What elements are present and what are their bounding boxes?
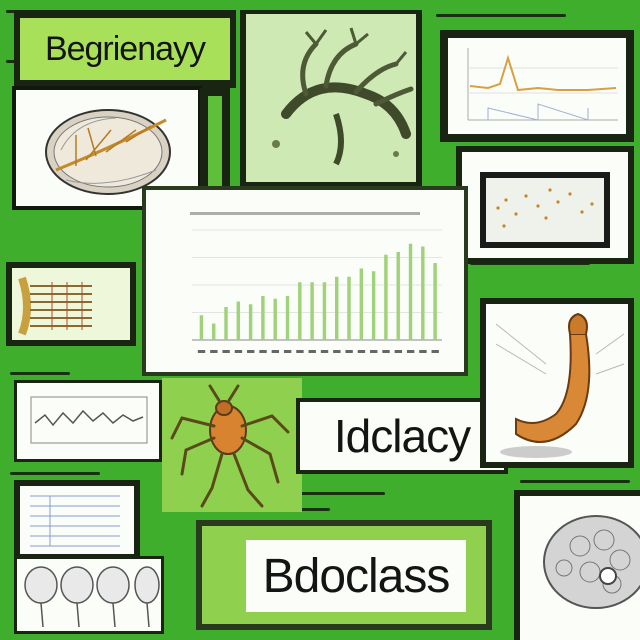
- bar: [371, 271, 376, 340]
- x-tick-scribble: [320, 350, 329, 353]
- bar: [310, 282, 314, 340]
- root-structure-image: [18, 276, 92, 336]
- anatomy-panel: [6, 262, 136, 346]
- x-tick-scribble: [259, 350, 267, 353]
- x-tick-scribble: [333, 350, 341, 353]
- bar-chart-panel: [142, 186, 468, 376]
- table-image: [30, 495, 120, 547]
- x-tick-scribble: [394, 350, 403, 353]
- bar-chart: [190, 212, 442, 353]
- bar: [224, 307, 228, 340]
- horn-specimen-image: [495, 312, 625, 458]
- x-tick-scribble: [431, 350, 439, 353]
- bar: [285, 296, 290, 340]
- x-tick-scribble: [357, 350, 366, 353]
- cauliflower-panel: [514, 490, 640, 640]
- insect-panel: [162, 378, 302, 512]
- scribble: [10, 372, 70, 375]
- cauliflower-image: [543, 515, 640, 609]
- bar: [199, 315, 204, 340]
- x-tick-scribble: [308, 350, 316, 353]
- x-tick-scribble: [247, 350, 255, 353]
- scribble: [520, 480, 630, 483]
- waveform-image: [30, 396, 148, 444]
- label-panel-bottom: Bdoclass: [196, 520, 492, 630]
- x-tick-scribble: [197, 350, 206, 353]
- waveform-panel: [14, 380, 162, 462]
- bar: [261, 296, 265, 340]
- x-tick-scribble: [382, 350, 390, 353]
- bar: [396, 252, 400, 340]
- scribble: [436, 14, 566, 17]
- x-tick-scribble: [345, 350, 353, 353]
- insect-image: [170, 384, 290, 508]
- bar: [322, 282, 327, 340]
- title-panel-top-left: Begrienayy: [14, 10, 236, 88]
- side-strip: [200, 88, 230, 200]
- bar: [347, 276, 351, 340]
- x-tick-scribble: [419, 350, 427, 353]
- x-tick-scribble: [406, 350, 415, 353]
- bar: [384, 254, 388, 340]
- bar: [248, 304, 253, 340]
- bar: [211, 323, 216, 340]
- line-chart-panel: [440, 30, 634, 142]
- chart-title-scribble: [190, 212, 420, 215]
- x-tick-scribble: [370, 350, 378, 353]
- scatter-image: [496, 188, 594, 228]
- table-panel: [14, 480, 140, 560]
- bar: [433, 263, 437, 340]
- monitor-panel: [456, 146, 634, 264]
- x-tick-scribble: [283, 350, 292, 353]
- specimen-panel: [480, 298, 634, 468]
- botanical-panel: [240, 10, 422, 188]
- x-tick-scribble: [271, 350, 280, 353]
- bar: [273, 298, 277, 340]
- pods-image: [24, 566, 160, 628]
- pods-panel: [14, 556, 164, 634]
- bar: [359, 268, 364, 340]
- label-panel-middle: Idclacy: [296, 398, 508, 474]
- bar: [236, 301, 241, 340]
- bar: [298, 282, 302, 340]
- label-bdoclass: Bdoclass: [246, 540, 466, 612]
- label-begrienayy: Begrienayy: [20, 18, 230, 80]
- x-tick-scribble: [234, 350, 243, 353]
- bar: [408, 243, 413, 340]
- bar: [334, 276, 339, 340]
- x-tick-scribble: [296, 350, 304, 353]
- bar: [421, 246, 425, 340]
- x-tick-scribble: [222, 350, 230, 353]
- label-idclacy: Idclacy: [300, 402, 504, 470]
- branching-plant-image: [272, 27, 414, 166]
- line-chart-image: [467, 48, 618, 121]
- x-tick-scribble: [210, 350, 218, 353]
- scribble: [10, 472, 100, 475]
